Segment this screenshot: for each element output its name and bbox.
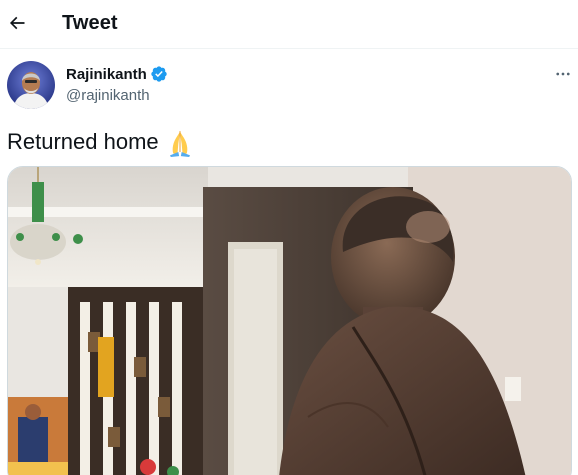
tweet-body: Returned home [7,127,195,157]
author-handle[interactable]: @rajinikanth [66,87,150,104]
author-name[interactable]: Rajinikanth [66,66,147,83]
back-button[interactable] [2,8,32,38]
verified-badge-icon [151,66,167,82]
folded-hands-emoji-icon [169,130,190,157]
tweet-text: Returned home [7,129,159,154]
photo-image [8,167,571,475]
avatar-image [7,61,55,109]
author-name-row: Rajinikanth [66,65,168,83]
more-horizontal-icon [556,72,570,76]
top-bar: Tweet [0,0,578,49]
page-title: Tweet [62,12,118,34]
arrow-left-icon [9,16,25,30]
avatar[interactable] [7,61,55,109]
tweet-photo[interactable] [7,166,572,475]
more-options-button[interactable] [548,62,578,86]
